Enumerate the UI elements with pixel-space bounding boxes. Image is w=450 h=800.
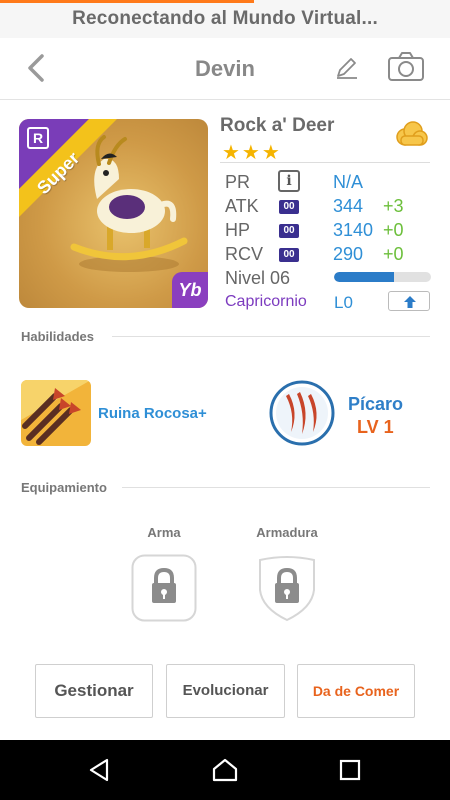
info-icon: i [286, 173, 292, 189]
armor-slot[interactable] [254, 554, 320, 622]
cloud-currency-button[interactable] [391, 118, 431, 152]
weapon-label: Arma [147, 525, 181, 540]
home-icon [212, 758, 238, 782]
rcv-tag: 00 [279, 248, 299, 262]
stat-label-pr: PR [225, 172, 251, 192]
evolve-button[interactable]: Evolucionar [166, 664, 285, 718]
rocking-deer-illustration [70, 135, 188, 272]
atk-tag: 00 [279, 200, 299, 214]
cloud-icon [396, 121, 428, 146]
class-level: LV 1 [357, 417, 394, 437]
equipment-section-title: Equipamiento [21, 480, 107, 495]
equipment-divider [122, 487, 430, 488]
level-label: Nivel 06 [225, 268, 291, 288]
class-name: Pícaro [348, 394, 404, 414]
stat-label-atk: ATK [225, 196, 259, 216]
stat-value-pr: N/A [333, 172, 364, 192]
feed-button[interactable]: Da de Comer [297, 664, 415, 718]
triangle-back-icon [89, 758, 109, 782]
loading-progress-bar [0, 0, 254, 3]
skill-name[interactable]: Ruina Rocosa+ [98, 405, 207, 422]
monster-card-image[interactable]: R Super Yb [19, 119, 208, 308]
nav-recent-button[interactable] [336, 756, 364, 784]
system-navigation-bar [0, 740, 450, 800]
skill-button[interactable] [21, 380, 91, 446]
triple-arrow-skill-icon [21, 380, 91, 446]
header-bar: Devin [0, 38, 450, 100]
status-bar: Reconectando al Mundo Virtual... [0, 0, 450, 38]
element-badge: Yb [172, 272, 208, 308]
name-divider [220, 162, 430, 163]
pr-info-button[interactable]: i [278, 170, 300, 192]
level-progress-bar [334, 272, 431, 282]
nav-back-button[interactable] [86, 756, 114, 784]
constellation-label: Capricornio [225, 293, 307, 310]
constellation-upgrade-button[interactable] [388, 291, 430, 311]
page-title: Devin [195, 56, 255, 81]
nav-home-button[interactable] [211, 756, 239, 784]
manage-button[interactable]: Gestionar [35, 664, 153, 718]
level-progress-fill [334, 272, 395, 282]
arrow-up-icon [404, 296, 416, 308]
camera-button[interactable] [386, 50, 426, 84]
abilities-section-title: Habilidades [21, 329, 94, 344]
camera-icon [388, 52, 424, 81]
stat-value-atk: 344 [333, 196, 364, 216]
stat-plus-rcv: +0 [383, 244, 404, 264]
connection-status-text: Reconectando al Mundo Virtual... [72, 8, 378, 29]
square-recent-icon [339, 759, 361, 781]
claw-marks-class-icon [269, 380, 335, 446]
stat-label-hp: HP [225, 220, 251, 240]
class-button[interactable] [269, 380, 335, 446]
edit-button[interactable] [334, 54, 360, 82]
stat-plus-hp: +0 [383, 220, 404, 240]
pencil-icon [337, 58, 357, 79]
weapon-slot[interactable] [131, 554, 197, 622]
abilities-divider [112, 336, 430, 337]
constellation-level: L0 [334, 293, 353, 312]
monster-name: Rock a' Deer [220, 115, 335, 136]
stat-value-rcv: 290 [333, 244, 364, 264]
stat-plus-atk: +3 [383, 196, 404, 216]
armor-label: Armadura [256, 525, 318, 540]
hp-tag: 00 [279, 224, 299, 238]
stat-value-hp: 3140 [333, 220, 374, 240]
stat-label-rcv: RCV [225, 244, 264, 264]
rarity-badge: R [27, 127, 49, 149]
